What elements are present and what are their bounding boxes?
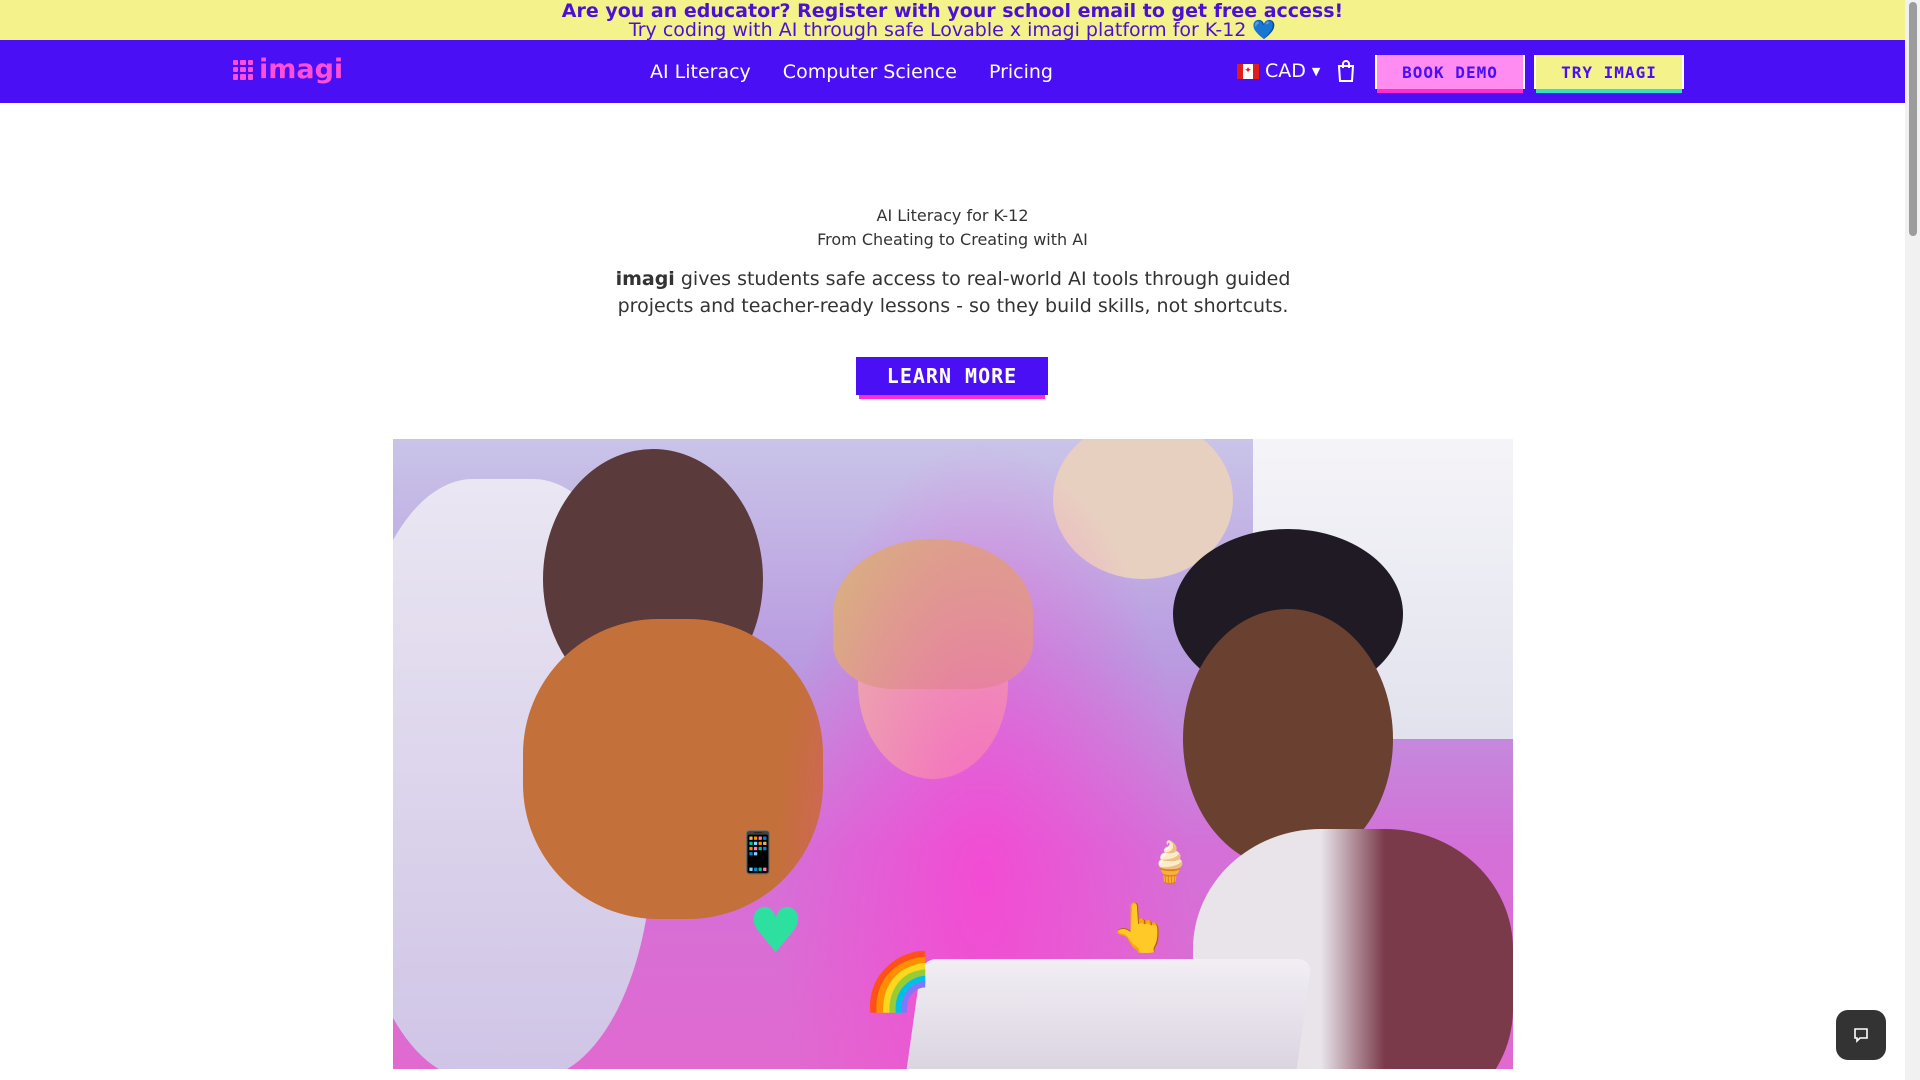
ice-cream-sticker-icon: 🍦 [1145,840,1195,886]
nav-link-pricing[interactable]: Pricing [989,61,1053,83]
logo-text: imagi [259,54,344,85]
chat-button[interactable] [1836,1010,1886,1060]
hero-subtitle: From Cheating to Creating with AI [817,230,1088,249]
chat-icon [1854,1028,1868,1043]
nav-link-computer-science[interactable]: Computer Science [783,61,957,83]
hero-brand: imagi [615,268,675,290]
hand-cursor-sticker-icon: 👆 [1110,900,1170,956]
heart-icon: 💙 [1252,19,1277,41]
imagi-logo[interactable]: imagi [233,54,343,85]
canada-flag-icon: ✦ [1237,63,1259,79]
logo-grid-icon [233,59,253,80]
try-imagi-button[interactable]: TRY IMAGI [1536,55,1682,89]
currency-selector[interactable]: ✦ CAD ▼ [1237,60,1320,82]
nav-links: AI Literacy Computer Science Pricing [650,40,1053,103]
laptop [903,959,1313,1069]
scrollbar-thumb[interactable] [1909,2,1917,236]
nav-link-ai-literacy[interactable]: AI Literacy [650,61,751,83]
hero-description-text: gives students safe access to real-world… [617,268,1291,317]
currency-label: CAD [1265,60,1306,82]
learn-more-button[interactable]: LEARN MORE [859,357,1045,395]
scrollbar[interactable] [1905,0,1920,1080]
phone-sticker-icon: 📱 [733,830,783,876]
rainbow-sticker-icon: 🌈 [863,950,933,1015]
hero-description: imagi gives students safe access to real… [580,266,1326,320]
hero-image: 📱 ♥ 🌈 🍦 👆 [393,439,1513,1069]
promo-subline[interactable]: Try coding with AI through safe Lovable … [0,19,1905,41]
book-demo-button[interactable]: BOOK DEMO [1377,55,1523,89]
shopping-bag-icon[interactable] [1336,60,1356,82]
promo-banner[interactable]: Are you an educator? Register with your … [0,0,1905,41]
chevron-down-icon: ▼ [1311,64,1321,78]
hero-eyebrow: AI Literacy for K-12 [876,206,1029,225]
promo-subline-text: Try coding with AI through safe Lovable … [628,19,1247,41]
heart-sticker-icon: ♥ [748,894,804,967]
